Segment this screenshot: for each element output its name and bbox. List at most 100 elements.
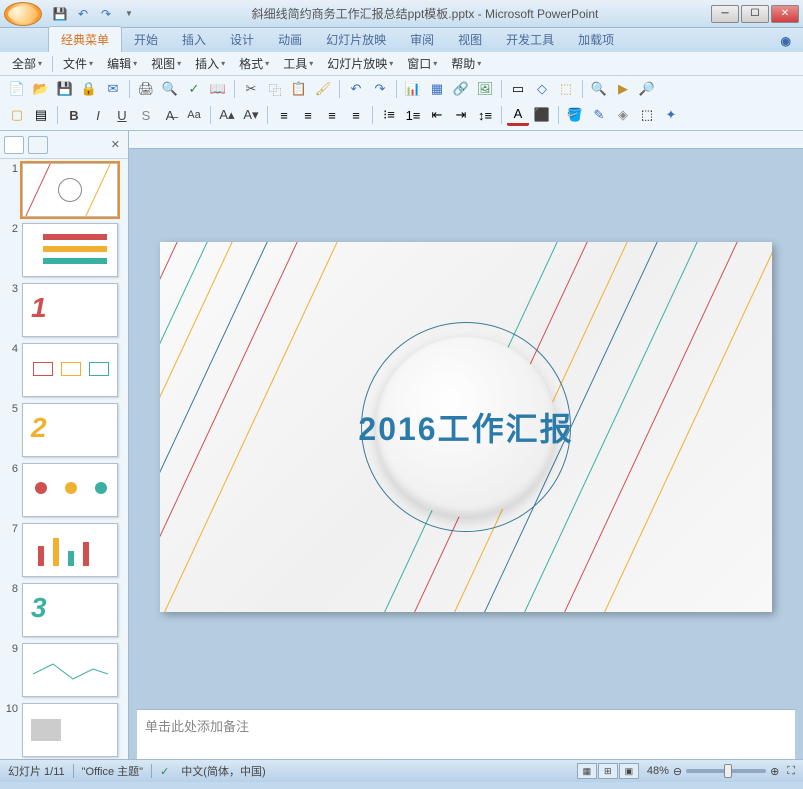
arrange-icon[interactable]: ⬚ (636, 104, 658, 126)
print-preview-icon[interactable]: 🔍 (159, 78, 181, 100)
thumbnail-8[interactable]: 8 3 (4, 583, 124, 637)
tab-insert[interactable]: 插入 (170, 27, 218, 52)
spell-check-icon[interactable]: ✓ (160, 765, 169, 778)
numbering-icon[interactable]: 1≡ (402, 104, 424, 126)
new-slide-icon[interactable]: ▢ (6, 104, 28, 126)
slideshow-view-button[interactable]: ▣ (619, 763, 639, 779)
spelling-icon[interactable]: ✓ (183, 78, 205, 100)
undo-icon[interactable]: ↶ (73, 4, 93, 24)
chart-icon[interactable]: 📊 (402, 78, 424, 100)
email-icon[interactable]: ✉ (102, 78, 124, 100)
arrange-icon[interactable]: ⬚ (555, 78, 577, 100)
save-icon[interactable]: 💾 (54, 78, 76, 100)
zoom-in-button[interactable]: ⊕ (770, 765, 779, 778)
slide-canvas-area[interactable]: 2016工作汇报 (129, 149, 803, 705)
maximize-button[interactable]: ☐ (741, 5, 769, 23)
qat-dropdown-icon[interactable]: ▼ (119, 4, 139, 24)
zoom-level[interactable]: 48% (647, 765, 669, 777)
menu-all[interactable]: 全部▾ (6, 52, 48, 75)
fit-window-button[interactable]: ⛶ (787, 765, 795, 778)
strikethrough-button[interactable]: A̶ (159, 104, 181, 126)
language-indicator[interactable]: 中文(简体，中国) (181, 763, 265, 779)
align-right-icon[interactable]: ≡ (321, 104, 343, 126)
highlight-icon[interactable]: ⬛ (531, 104, 553, 126)
menu-tools[interactable]: 工具▾ (277, 52, 319, 75)
zoom-icon[interactable]: 🔍 (588, 78, 610, 100)
tab-review[interactable]: 审阅 (398, 27, 446, 52)
increase-indent-icon[interactable]: ⇥ (450, 104, 472, 126)
menu-window[interactable]: 窗口▾ (401, 52, 443, 75)
tab-classic-menu[interactable]: 经典菜单 (48, 26, 122, 52)
notes-pane[interactable]: 单击此处添加备注 (137, 709, 795, 759)
menu-view[interactable]: 视图▾ (145, 52, 187, 75)
slides-tab[interactable] (4, 136, 24, 154)
align-left-icon[interactable]: ≡ (273, 104, 295, 126)
decrease-indent-icon[interactable]: ⇤ (426, 104, 448, 126)
thumbnail-5[interactable]: 5 2 (4, 403, 124, 457)
tab-view[interactable]: 视图 (446, 27, 494, 52)
align-center-icon[interactable]: ≡ (297, 104, 319, 126)
thumbnail-6[interactable]: 6 (4, 463, 124, 517)
thumbnail-3[interactable]: 3 1 (4, 283, 124, 337)
permission-icon[interactable]: 🔒 (78, 78, 100, 100)
tab-slideshow[interactable]: 幻灯片放映 (314, 27, 398, 52)
tab-addins[interactable]: 加载项 (566, 27, 626, 52)
decrease-font-icon[interactable]: A▾ (240, 104, 262, 126)
thumbnail-4[interactable]: 4 (4, 343, 124, 397)
thumbnail-list[interactable]: 1 2 3 1 4 5 2 6 (0, 159, 128, 759)
shape-effects-icon[interactable]: ◈ (612, 104, 634, 126)
new-icon[interactable]: 📄 (6, 78, 28, 100)
thumbnail-10[interactable]: 10 (4, 703, 124, 757)
sorter-view-button[interactable]: ⊞ (598, 763, 618, 779)
quick-styles-icon[interactable]: ✦ (660, 104, 682, 126)
menu-insert[interactable]: 插入▾ (189, 52, 231, 75)
office-button[interactable] (4, 2, 42, 26)
outline-tab[interactable] (28, 136, 48, 154)
save-icon[interactable]: 💾 (50, 4, 70, 24)
tab-animation[interactable]: 动画 (266, 27, 314, 52)
text-box-icon[interactable]: ▭ (507, 78, 529, 100)
layout-icon[interactable]: ▤ (30, 104, 52, 126)
justify-icon[interactable]: ≡ (345, 104, 367, 126)
shadow-button[interactable]: S (135, 104, 157, 126)
cut-icon[interactable]: ✂ (240, 78, 262, 100)
find-icon[interactable]: 🔎 (636, 78, 658, 100)
font-color-icon[interactable]: A (507, 104, 529, 126)
menu-file[interactable]: 文件▾ (57, 52, 99, 75)
zoom-out-button[interactable]: ⊖ (673, 765, 682, 778)
print-icon[interactable]: 🖨 (135, 78, 157, 100)
open-icon[interactable]: 📂 (30, 78, 52, 100)
picture-icon[interactable]: 🖼 (474, 78, 496, 100)
panel-close-icon[interactable]: ✕ (107, 136, 124, 153)
undo-icon[interactable]: ↶ (345, 78, 367, 100)
slide-title-text[interactable]: 2016工作汇报 (358, 404, 573, 450)
thumbnail-9[interactable]: 9 (4, 643, 124, 697)
research-icon[interactable]: 📖 (207, 78, 229, 100)
thumbnail-7[interactable]: 7 (4, 523, 124, 577)
menu-edit[interactable]: 编辑▾ (101, 52, 143, 75)
redo-icon[interactable]: ↷ (96, 4, 116, 24)
underline-button[interactable]: U (111, 104, 133, 126)
increase-font-icon[interactable]: A▴ (216, 104, 238, 126)
hyperlink-icon[interactable]: 🔗 (450, 78, 472, 100)
paste-icon[interactable]: 📋 (288, 78, 310, 100)
slide-show-icon[interactable]: ▶ (612, 78, 634, 100)
thumbnail-1[interactable]: 1 (4, 163, 124, 217)
help-icon[interactable]: ◉ (777, 30, 795, 52)
shape-fill-icon[interactable]: 🪣 (564, 104, 586, 126)
table-icon[interactable]: ▦ (426, 78, 448, 100)
normal-view-button[interactable]: ▦ (577, 763, 597, 779)
shape-outline-icon[interactable]: ✎ (588, 104, 610, 126)
line-spacing-icon[interactable]: ↕≡ (474, 104, 496, 126)
slide-canvas[interactable]: 2016工作汇报 (160, 242, 772, 612)
zoom-slider[interactable] (686, 769, 766, 773)
bullets-icon[interactable]: ⁝≡ (378, 104, 400, 126)
menu-help[interactable]: 帮助▾ (445, 52, 487, 75)
tab-design[interactable]: 设计 (218, 27, 266, 52)
menu-slideshow[interactable]: 幻灯片放映▾ (321, 52, 399, 75)
shapes-icon[interactable]: ◇ (531, 78, 553, 100)
menu-format[interactable]: 格式▾ (233, 52, 275, 75)
copy-icon[interactable]: ⿻ (264, 78, 286, 100)
redo-icon[interactable]: ↷ (369, 78, 391, 100)
bold-button[interactable]: B (63, 104, 85, 126)
